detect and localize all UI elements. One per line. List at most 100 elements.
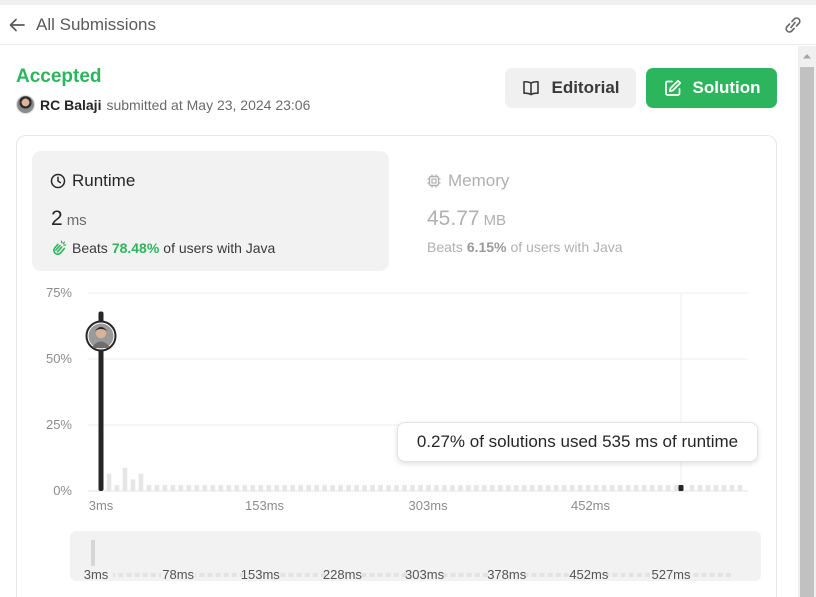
distribution-bar[interactable] <box>434 485 439 491</box>
distribution-bar[interactable] <box>657 485 663 491</box>
range-tick-label: 78ms <box>162 567 194 582</box>
distribution-bar[interactable] <box>577 485 583 491</box>
distribution-bar[interactable] <box>490 485 495 491</box>
mini-bar <box>693 573 699 577</box>
distribution-bar[interactable] <box>242 485 248 491</box>
distribution-bar[interactable] <box>234 485 240 491</box>
distribution-bar[interactable] <box>290 485 296 491</box>
scrollbar-thumb[interactable] <box>800 67 814 597</box>
distribution-bar[interactable] <box>170 485 176 491</box>
distribution-bar[interactable] <box>737 485 743 491</box>
distribution-bar[interactable] <box>330 485 335 491</box>
distribution-bar[interactable] <box>601 485 607 491</box>
distribution-bar[interactable] <box>378 485 383 491</box>
distribution-bar[interactable] <box>282 485 288 491</box>
distribution-bar[interactable] <box>450 485 455 491</box>
distribution-bar[interactable] <box>298 485 303 491</box>
distribution-bar[interactable] <box>394 485 399 491</box>
distribution-bar[interactable] <box>458 485 463 491</box>
runtime-distribution-chart[interactable]: 75% 50% 25% 0% 3ms 153ms 303ms 452ms 3ms 78ms 15… <box>0 0 816 597</box>
distribution-bar[interactable] <box>530 485 535 491</box>
distribution-bar[interactable] <box>474 485 479 491</box>
mini-bar <box>369 573 375 577</box>
distribution-bar[interactable] <box>689 485 695 491</box>
mini-bar <box>118 573 124 577</box>
hovered-bar[interactable] <box>678 485 684 491</box>
distribution-bar[interactable] <box>482 485 487 491</box>
distribution-bar[interactable] <box>202 485 208 491</box>
distribution-bar[interactable] <box>130 479 136 491</box>
distribution-bar[interactable] <box>146 485 152 491</box>
distribution-bar[interactable] <box>154 485 160 491</box>
distribution-bar[interactable] <box>466 485 471 491</box>
distribution-bar[interactable] <box>250 485 256 491</box>
distribution-bar[interactable] <box>226 485 232 491</box>
mini-bar <box>296 573 302 577</box>
distribution-bar[interactable] <box>138 473 144 491</box>
distribution-bar[interactable] <box>178 485 184 491</box>
distribution-bar[interactable] <box>106 473 112 491</box>
distribution-bar[interactable] <box>354 485 359 491</box>
mini-bar <box>547 573 553 577</box>
mini-bar <box>312 573 318 577</box>
distribution-bar[interactable] <box>386 485 391 491</box>
distribution-bar[interactable] <box>218 485 224 491</box>
distribution-bar[interactable] <box>322 485 327 491</box>
distribution-bar[interactable] <box>162 485 168 491</box>
distribution-bar[interactable] <box>633 485 639 491</box>
distribution-bar[interactable] <box>426 485 431 491</box>
distribution-bar[interactable] <box>410 485 415 491</box>
distribution-bar[interactable] <box>729 485 735 491</box>
distribution-bar[interactable] <box>593 485 599 491</box>
chart-avatar[interactable] <box>85 320 117 352</box>
mini-bar <box>458 573 464 577</box>
distribution-bar[interactable] <box>506 485 511 491</box>
distribution-bar[interactable] <box>194 485 200 491</box>
distribution-bar[interactable] <box>514 485 519 491</box>
distribution-bar[interactable] <box>585 485 591 491</box>
distribution-bar[interactable] <box>362 485 367 491</box>
distribution-bar[interactable] <box>114 485 120 491</box>
distribution-bar[interactable] <box>553 485 559 491</box>
distribution-bar[interactable] <box>546 485 551 491</box>
distribution-bar[interactable] <box>306 485 311 491</box>
distribution-bar[interactable] <box>418 485 423 491</box>
distribution-bar[interactable] <box>665 485 671 491</box>
distribution-bar[interactable] <box>122 467 128 491</box>
distribution-bar[interactable] <box>697 485 703 491</box>
distribution-bar[interactable] <box>625 485 631 491</box>
distribution-bar[interactable] <box>649 485 655 491</box>
distribution-bar[interactable] <box>402 485 407 491</box>
distribution-bar[interactable] <box>673 485 679 491</box>
distribution-bar[interactable] <box>370 485 375 491</box>
distribution-bar[interactable] <box>522 485 527 491</box>
distribution-bar[interactable] <box>609 485 615 491</box>
mini-bar <box>223 573 229 577</box>
distribution-bar[interactable] <box>705 485 711 491</box>
distribution-bar[interactable] <box>314 485 319 491</box>
distribution-bar[interactable] <box>186 485 192 491</box>
x-tick-label: 3ms <box>89 498 114 513</box>
mini-bar <box>207 573 213 577</box>
distribution-bar[interactable] <box>641 485 647 491</box>
distribution-bar[interactable] <box>266 485 272 491</box>
distribution-bar[interactable] <box>617 485 623 491</box>
distribution-bar[interactable] <box>338 485 343 491</box>
distribution-bar[interactable] <box>721 485 727 491</box>
distribution-bar[interactable] <box>210 485 216 491</box>
distribution-bar[interactable] <box>713 485 719 491</box>
distribution-bar[interactable] <box>442 485 447 491</box>
distribution-bar[interactable] <box>258 485 264 491</box>
distribution-bar[interactable] <box>498 485 503 491</box>
scroll-up-arrow[interactable] <box>801 50 813 62</box>
distribution-bar[interactable] <box>561 485 567 491</box>
mini-bar <box>215 573 221 577</box>
distribution-bar[interactable] <box>274 485 280 491</box>
distribution-bar[interactable] <box>538 485 543 491</box>
distribution-bar[interactable] <box>346 485 351 491</box>
mini-bar <box>628 573 634 577</box>
distribution-bar[interactable] <box>569 485 575 491</box>
x-tick-label: 303ms <box>409 498 449 513</box>
range-tick-label: 228ms <box>323 567 363 582</box>
mini-bar <box>288 573 294 577</box>
